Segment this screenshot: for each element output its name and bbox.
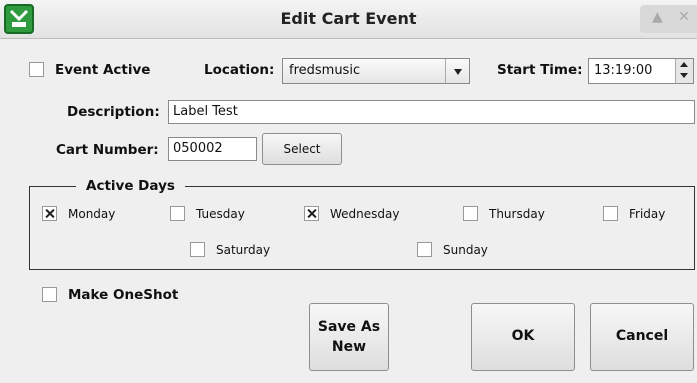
cancel-button[interactable]: Cancel [590,303,694,371]
sunday-checkbox[interactable] [417,242,432,257]
cart-number-label: Cart Number: [56,142,159,158]
ok-button-label: OK [511,328,535,344]
ok-button[interactable]: OK [471,303,575,371]
saturday-label: Saturday [216,243,271,257]
tuesday-label: Tuesday [196,207,245,221]
saturday-checkbox[interactable] [190,242,205,257]
window-controls: ▲ ✕ [640,5,697,33]
spin-down-icon[interactable] [680,73,688,78]
spin-up-icon[interactable] [680,62,688,67]
description-input[interactable]: Label Test [168,100,695,124]
event-active-checkbox[interactable] [29,62,44,77]
make-oneshot-checkbox[interactable] [42,287,57,302]
select-button-label: Select [283,142,321,156]
wednesday-checkbox[interactable] [304,206,319,221]
friday-checkbox[interactable] [603,206,618,221]
active-days-title: Active Days [76,178,185,194]
description-label: Description: [67,104,160,120]
save-as-new-label-line2: New [331,339,367,355]
save-as-new-label-line1: Save As [317,319,381,335]
location-value: fredsmusic [289,63,361,78]
thursday-label: Thursday [489,207,545,221]
maximize-icon[interactable]: ▲ [652,9,663,25]
spin-buttons[interactable] [675,59,693,83]
monday-label: Monday [68,207,116,221]
wednesday-label: Wednesday [330,207,400,221]
window-title: Edit Cart Event [280,9,417,28]
event-active-label: Event Active [55,62,151,78]
start-time-value: 13:19:00 [594,63,653,78]
chevron-down-icon[interactable] [445,59,469,83]
thursday-checkbox[interactable] [463,206,478,221]
location-dropdown[interactable]: fredsmusic [282,58,470,84]
friday-label: Friday [629,207,666,221]
tuesday-checkbox[interactable] [170,206,185,221]
location-label: Location: [204,62,275,78]
cart-number-input[interactable]: 050002 [168,137,257,161]
start-time-spinbox[interactable]: 13:19:00 [588,58,694,84]
select-button[interactable]: Select [262,133,342,165]
cancel-button-label: Cancel [615,328,669,344]
make-oneshot-label: Make OneShot [68,287,179,303]
save-as-new-button[interactable]: Save As New [309,303,389,371]
monday-checkbox[interactable] [42,206,57,221]
title-bar: Edit Cart Event ▲ ✕ [0,0,697,39]
sunday-label: Sunday [443,243,488,257]
start-time-label: Start Time: [497,62,583,78]
close-icon[interactable]: ✕ [678,9,690,25]
active-days-group [29,186,695,270]
